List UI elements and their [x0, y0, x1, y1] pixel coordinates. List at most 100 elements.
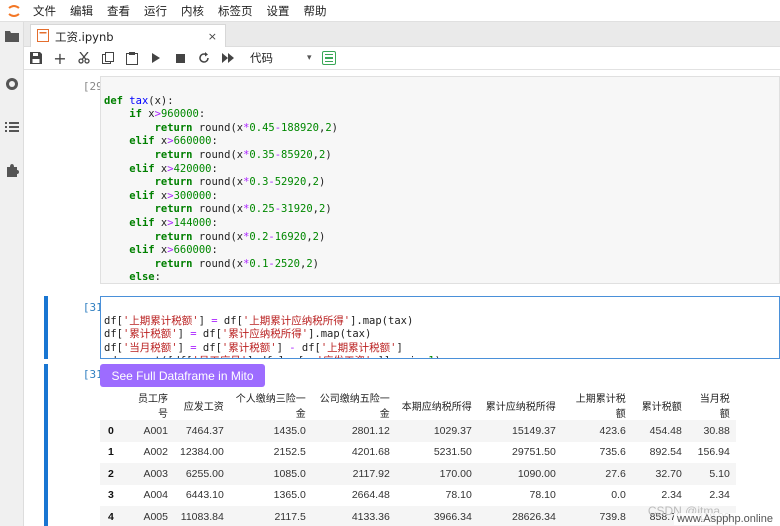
column-header: [100, 390, 126, 420]
fast-forward-icon[interactable]: [216, 47, 240, 69]
menu-settings[interactable]: 设置: [262, 0, 299, 22]
table-cell: 5.10: [687, 463, 736, 485]
table-cell: 4133.36: [311, 506, 396, 526]
restart-icon[interactable]: [192, 47, 216, 69]
table-cell: 1435.0: [229, 420, 312, 442]
table-row: 2 A003 6255.00 1085.0 2117.92 170.00 1090.00 27…: [100, 463, 736, 485]
tab-title: 工资.ipynb: [55, 29, 114, 44]
table-cell: 28626.34: [477, 506, 562, 526]
tab-bar: 工资.ipynb ×: [24, 22, 780, 48]
table-cell: A001: [126, 420, 174, 442]
table-cell: 739.8: [561, 506, 632, 526]
table-cell: A005: [126, 506, 174, 526]
table-cell: 3966.34: [395, 506, 478, 526]
add-cell-icon[interactable]: +: [48, 47, 72, 69]
table-row: 3 A004 6443.10 1365.0 2664.48 78.10 78.10 0.0 2.…: [100, 485, 736, 507]
column-header: 当月税额: [699, 394, 730, 420]
folder-icon[interactable]: [4, 28, 20, 44]
table-cell: 156.94: [697, 446, 730, 459]
tab-close-icon[interactable]: ×: [208, 30, 217, 43]
notebook-file-icon: [37, 28, 49, 45]
table-cell: 1365.0: [273, 489, 306, 502]
column-header: 累计税额: [641, 401, 682, 413]
row-index: 2: [100, 463, 126, 485]
table-cell: 0.0: [611, 489, 626, 502]
cell-type-select[interactable]: 代码 ▾: [250, 50, 312, 66]
column-header: 累计应纳税所得: [485, 401, 556, 413]
table-row: 0 A001 7464.37 1435.0 2801.12 1029.37 15149.37…: [100, 420, 736, 442]
menu-bar: 文件 编辑 查看 运行 内核 标签页 设置 帮助: [0, 0, 780, 22]
notebook-toolbar: + 代码 ▾: [24, 47, 780, 70]
table-cell: 2801.12: [311, 420, 396, 442]
watermark: www.Aspphp.online: [673, 513, 776, 525]
table-of-contents-icon[interactable]: [4, 119, 20, 135]
row-index: 4: [100, 506, 126, 526]
table-cell: A003: [126, 463, 174, 485]
table-row: 4 A005 11083.84 2117.5 4133.36 3966.34 28626.3…: [100, 506, 736, 526]
table-cell: 454.48: [631, 420, 688, 442]
table-cell: 2.34: [661, 489, 682, 502]
table-cell: A002: [143, 446, 168, 459]
mito-sheet-icon[interactable]: [321, 51, 336, 65]
table-header-row: 员工序号 应发工资 个人缴纳三险一金 公司缴纳五险一金 本期应纳税所得 累计应纳…: [100, 390, 736, 420]
table-cell: 2664.48: [351, 489, 390, 502]
row-index: 3: [108, 489, 114, 502]
table-cell: 15149.37: [477, 420, 562, 442]
column-header: 本期应纳税所得: [401, 401, 472, 413]
menu-help[interactable]: 帮助: [299, 0, 336, 22]
code-cell-concat[interactable]: df['上期累计税额'] = df['上期累计应纳税所得'].map(tax) d…: [100, 296, 780, 359]
running-icon[interactable]: [4, 76, 20, 92]
table-row: 1 A002 12384.00 2152.5 4201.68 5231.50 29751.5…: [100, 442, 736, 464]
menu-view[interactable]: 查看: [102, 0, 139, 22]
table-cell: 7464.37: [174, 420, 230, 442]
code-cell-tax-function[interactable]: def tax(x): if x>960000: return round(x*…: [100, 76, 780, 284]
column-header: 上期累计税额: [575, 394, 626, 420]
column-header: 员工序号: [138, 394, 168, 420]
active-cell-indicator: [44, 296, 48, 359]
paste-icon[interactable]: [120, 47, 144, 69]
column-header: 公司缴纳五险一金: [319, 394, 390, 420]
save-icon[interactable]: [24, 47, 48, 69]
run-icon[interactable]: [144, 47, 168, 69]
menu-kernel[interactable]: 内核: [176, 0, 213, 22]
table-cell: 892.54: [649, 446, 682, 459]
menu-file[interactable]: 文件: [28, 0, 65, 22]
menu-run[interactable]: 运行: [139, 0, 176, 22]
active-output-indicator: [44, 364, 48, 526]
table-cell: 29751.50: [512, 446, 556, 459]
table-cell: 2152.5: [273, 446, 306, 459]
table-cell: 423.6: [561, 420, 632, 442]
table-cell: 27.6: [561, 463, 632, 485]
jupyter-logo-icon: [0, 0, 28, 22]
menu-edit[interactable]: 编辑: [65, 0, 102, 22]
table-cell: A004: [143, 489, 168, 502]
table-cell: 5231.50: [433, 446, 472, 459]
table-cell: 1029.37: [395, 420, 478, 442]
table-cell: 2117.92: [311, 463, 396, 485]
cut-icon[interactable]: [72, 47, 96, 69]
see-full-dataframe-button[interactable]: See Full Dataframe in Mito: [100, 364, 265, 387]
table-cell: 170.00: [395, 463, 478, 485]
notebook-panel: [29]: def tax(x): if x>960000: return ro…: [24, 70, 780, 526]
table-cell: 2117.5: [229, 506, 312, 526]
table-cell: 1085.0: [229, 463, 312, 485]
table-cell: 4201.68: [351, 446, 390, 459]
copy-icon[interactable]: [96, 47, 120, 69]
chevron-down-icon: ▾: [307, 53, 312, 63]
table-cell: 6255.00: [174, 463, 230, 485]
extension-puzzle-icon[interactable]: [4, 162, 20, 178]
row-index: 0: [100, 420, 126, 442]
table-cell: 12384.00: [180, 446, 224, 459]
column-header: 应发工资: [183, 401, 224, 413]
table-cell: 6443.10: [185, 489, 224, 502]
tab-notebook[interactable]: 工资.ipynb ×: [30, 24, 226, 48]
column-header: 个人缴纳三险一金: [235, 394, 306, 420]
stop-icon[interactable]: [168, 47, 192, 69]
table-cell: 32.70: [631, 463, 688, 485]
table-cell: 78.10: [529, 489, 556, 502]
row-index: 1: [108, 446, 114, 459]
menu-tabs[interactable]: 标签页: [213, 0, 262, 22]
table-cell: 11083.84: [174, 506, 230, 526]
table-cell: 2.34: [709, 489, 730, 502]
table-cell: 1090.00: [477, 463, 562, 485]
